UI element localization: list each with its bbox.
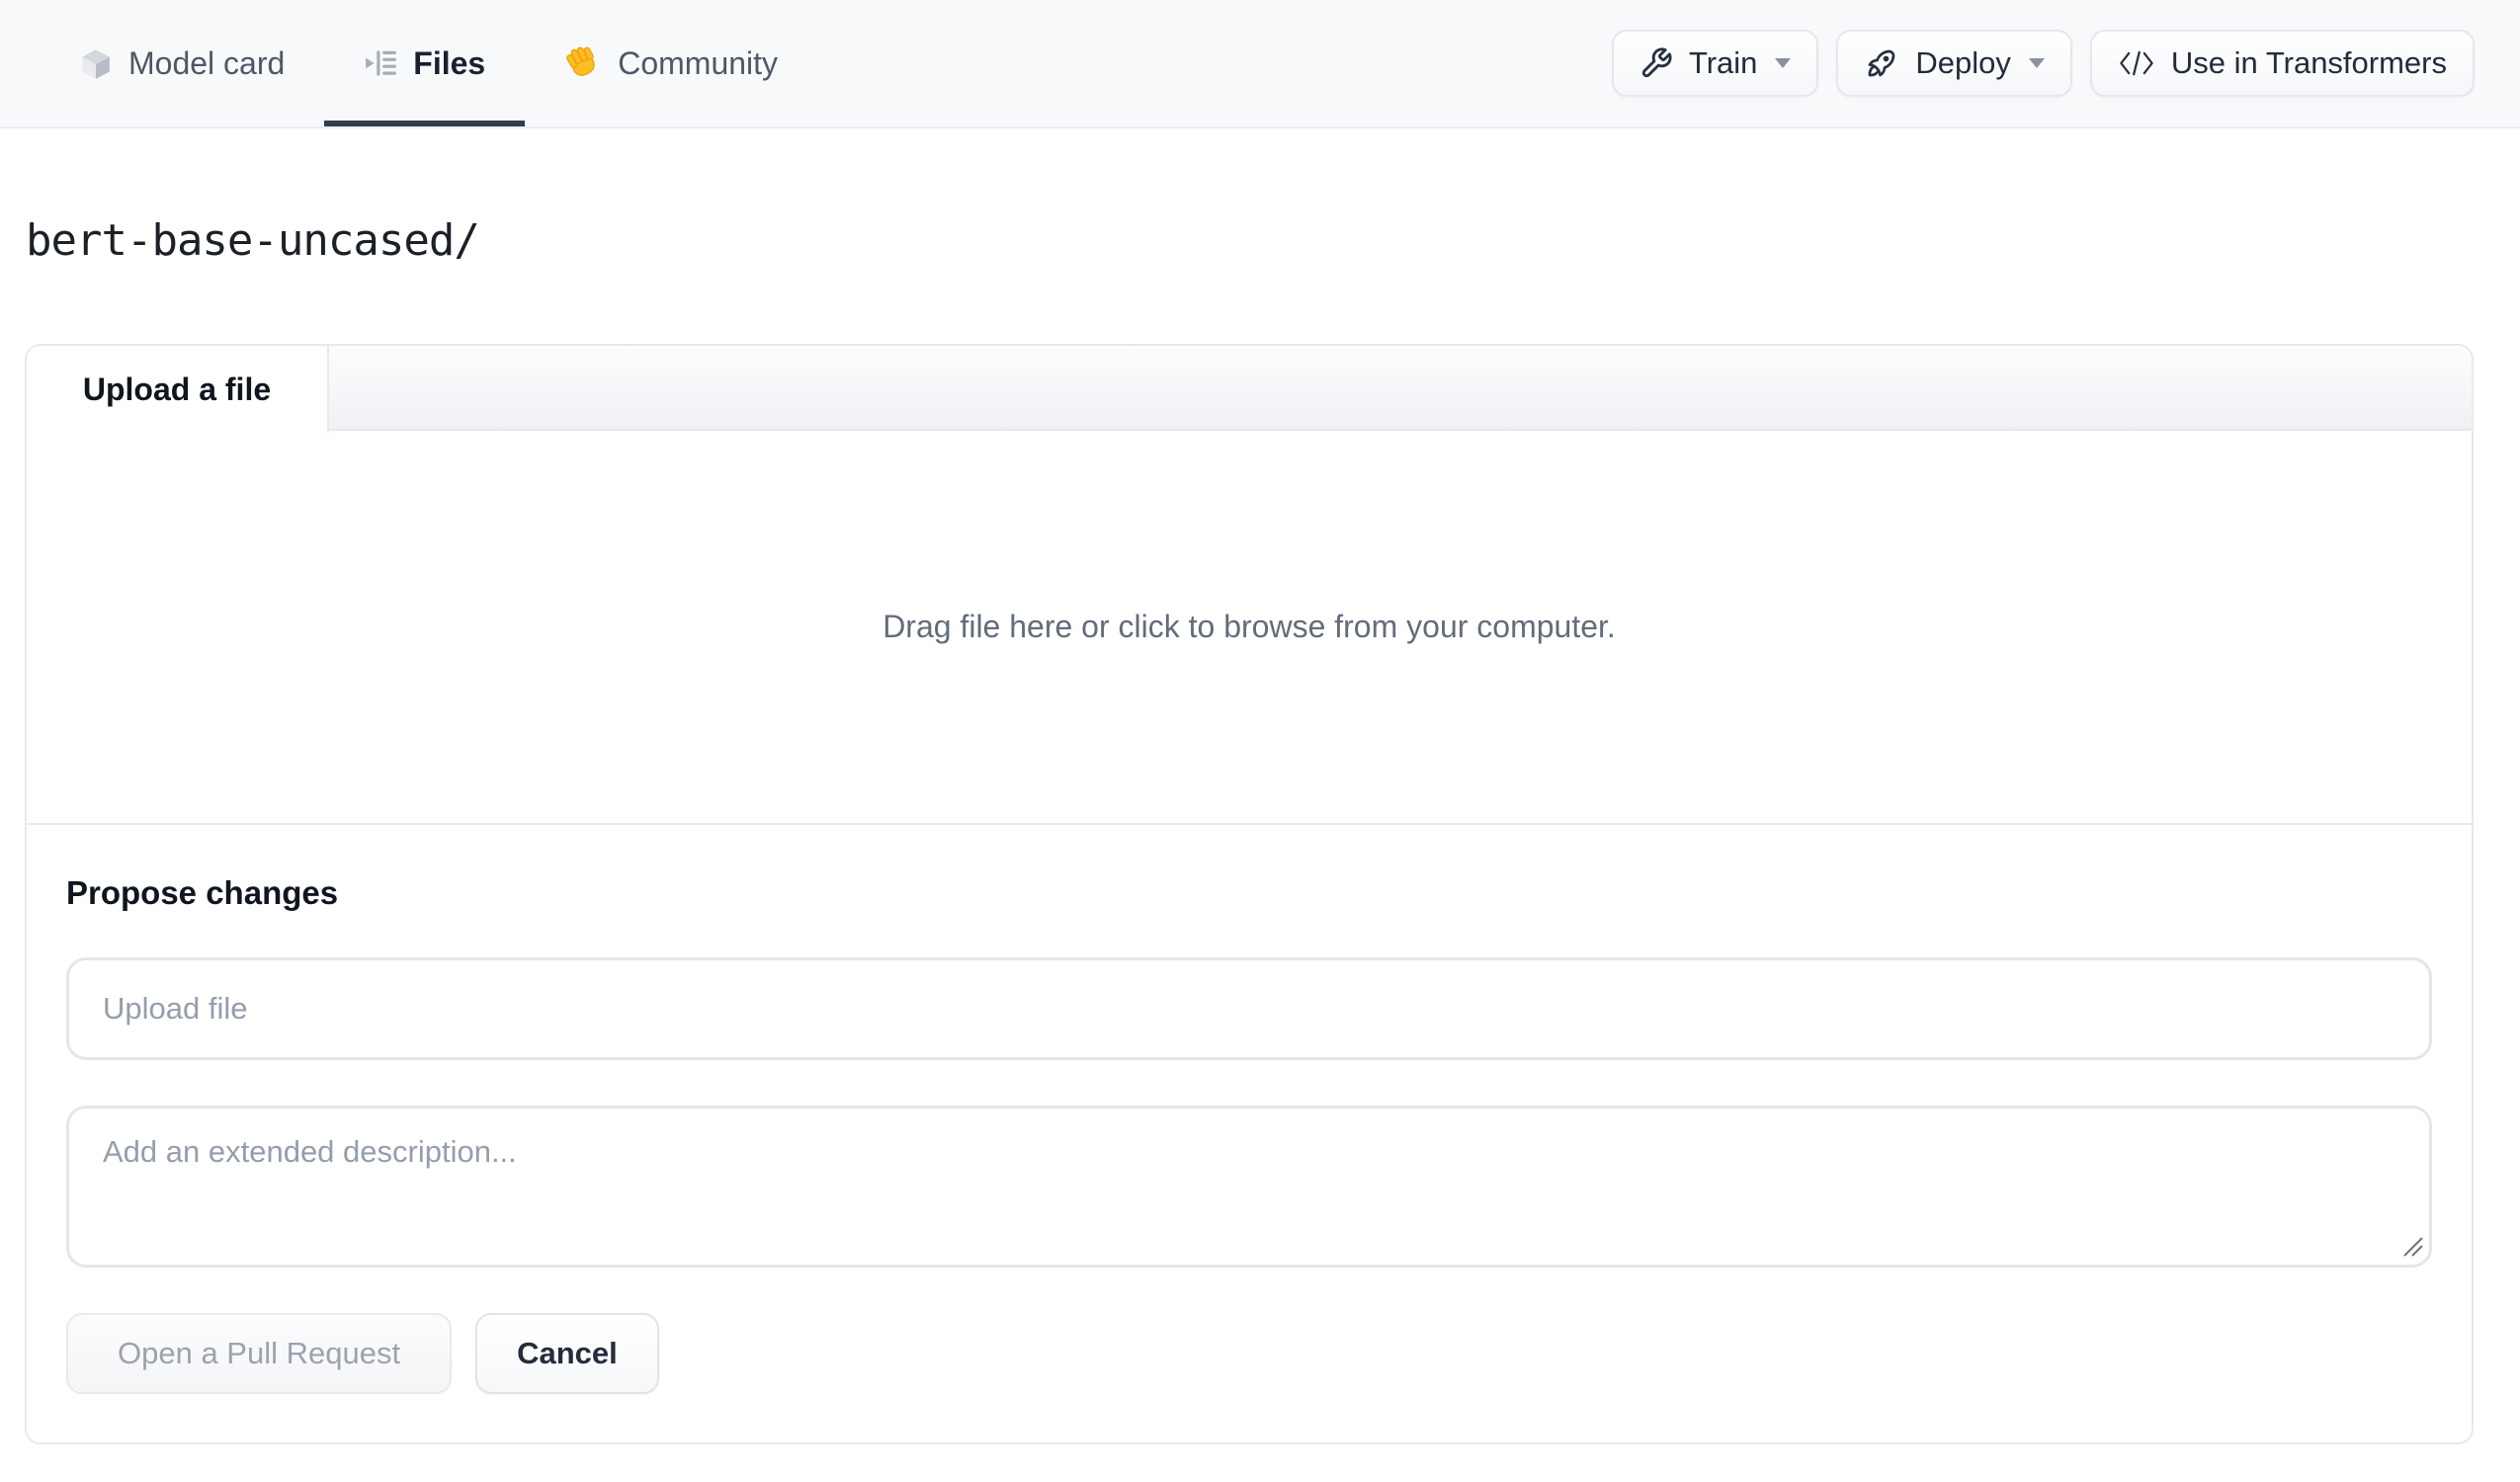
chevron-down-icon xyxy=(1775,58,1792,68)
tab-files[interactable]: Files xyxy=(324,0,526,126)
textarea-resize-handle[interactable] xyxy=(2398,1232,2424,1258)
upload-card: Upload a file Drag file here or click to… xyxy=(25,344,2474,1444)
tab-label: Model card xyxy=(128,44,286,81)
dropzone-hint: Drag file here or click to browse from y… xyxy=(882,609,1616,644)
upload-tab-label: Upload a file xyxy=(82,370,272,407)
propose-changes-section: Propose changes Open a Pull Request Canc… xyxy=(27,825,2472,1434)
open-pull-request-button[interactable]: Open a Pull Request xyxy=(66,1313,453,1394)
cancel-button[interactable]: Cancel xyxy=(475,1313,659,1394)
propose-actions: Open a Pull Request Cancel xyxy=(66,1313,2432,1394)
rocket-icon xyxy=(1864,45,1899,81)
deploy-button[interactable]: Deploy xyxy=(1836,30,2072,97)
tab-model-card[interactable]: Model card xyxy=(40,0,324,126)
wrench-icon xyxy=(1639,46,1673,80)
file-dropzone[interactable]: Drag file here or click to browse from y… xyxy=(27,431,2472,825)
train-label: Train xyxy=(1688,45,1758,80)
use-in-transformers-button[interactable]: Use in Transformers xyxy=(2089,30,2475,97)
train-button[interactable]: Train xyxy=(1611,30,1819,97)
files-list-icon xyxy=(364,46,397,80)
upload-filename-input[interactable] xyxy=(66,957,2432,1060)
upload-card-tabbar: Upload a file xyxy=(27,346,2472,433)
chevron-down-icon xyxy=(2028,58,2045,68)
header-actions: Train Deploy Use in Transformers xyxy=(1611,0,2475,126)
tab-community[interactable]: Community xyxy=(525,0,817,126)
header-spacer xyxy=(817,0,1612,126)
tab-upload-a-file[interactable]: Upload a file xyxy=(27,346,329,433)
tab-label: Files xyxy=(413,44,486,81)
extended-description-textarea[interactable] xyxy=(66,1106,2432,1268)
tab-label: Community xyxy=(618,44,779,81)
repo-header: Model card Files Community Train Deploy … xyxy=(0,0,2520,128)
deploy-label: Deploy xyxy=(1915,45,2011,80)
propose-changes-heading: Propose changes xyxy=(66,874,339,911)
description-field-wrap xyxy=(66,1106,2432,1268)
waving-hand-icon xyxy=(564,44,602,82)
cube-icon xyxy=(79,46,113,80)
use-in-transformers-label: Use in Transformers xyxy=(2170,45,2447,80)
repo-tabs: Model card Files Community xyxy=(40,0,817,126)
breadcrumb[interactable]: bert-base-uncased/ xyxy=(26,215,2520,266)
code-icon xyxy=(2118,49,2155,77)
